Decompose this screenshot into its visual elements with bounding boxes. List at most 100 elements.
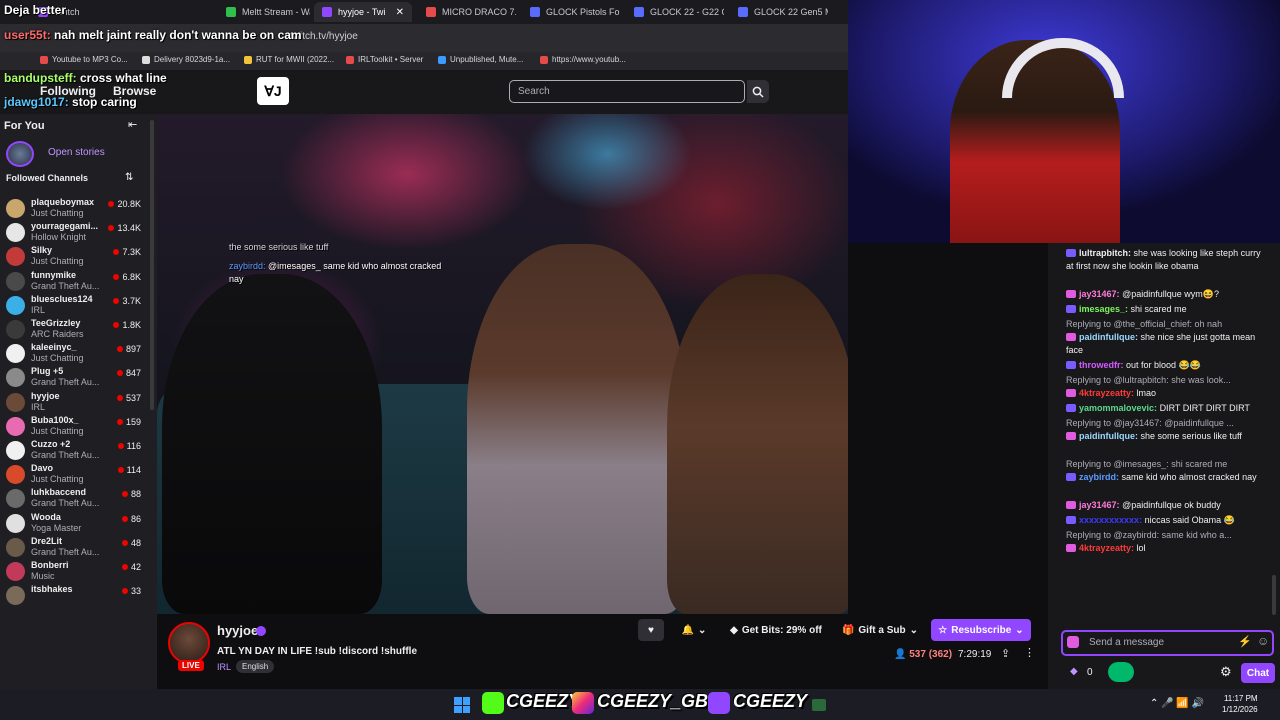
bookmark-item[interactable]: Delivery 8023d9-1a... <box>142 55 230 64</box>
browser-tab[interactable]: GLOCK Pistols For S <box>522 2 620 22</box>
chat-username[interactable]: jay31467: <box>1079 289 1120 299</box>
collapse-sidebar-icon[interactable]: ⇤ <box>128 118 137 131</box>
followed-sidebar: For You ⇤ Open stories Followed Channels… <box>0 114 157 689</box>
channel-points-icon[interactable] <box>1108 662 1134 682</box>
sidebar-channel-item[interactable]: itsbhakes 33 <box>0 584 145 608</box>
chat-message[interactable]: paidinfullque: she nice she just gotta m… <box>1066 331 1270 357</box>
overlay-chat-line: Deja better <box>4 3 67 17</box>
search-button[interactable] <box>747 80 769 103</box>
streamer-name[interactable]: hyyjoe <box>217 623 258 638</box>
channel-logo-icon[interactable]: ∀J <box>257 77 289 105</box>
windows-start-icon[interactable] <box>454 697 470 713</box>
bookmark-item[interactable]: RUT for MWII (2022... <box>244 55 334 64</box>
browser-tab[interactable]: GLOCK 22 Gen5 MC <box>730 2 828 22</box>
channel-name: Bonberri <box>31 560 69 570</box>
chat-reply-context: Replying to @zaybirdd: same kid who a... <box>1066 530 1232 540</box>
channel-avatar <box>6 537 25 557</box>
category-link[interactable]: IRL <box>217 662 231 672</box>
more-options-icon[interactable]: ⋮ <box>1024 646 1035 659</box>
emote-icon[interactable]: ☺ <box>1257 634 1269 648</box>
chat-username[interactable]: zaybirdd: <box>1079 472 1119 482</box>
chat-badge-icon[interactable] <box>1067 636 1079 648</box>
sidebar-channel-item[interactable]: bluesclues124 IRL 3.7K <box>0 294 145 318</box>
sidebar-channel-item[interactable]: luhkbaccend Grand Theft Au... 88 <box>0 487 145 511</box>
get-bits-button[interactable]: ◆ Get Bits: 29% off <box>724 619 828 641</box>
bookmark-item[interactable]: Unpublished, Mute... <box>438 55 523 64</box>
chat-username[interactable]: 4ktrayzeatty: <box>1079 388 1134 398</box>
chat-message[interactable]: yamommalovevic: DIRT DIRT DIRT DIRT <box>1066 402 1270 415</box>
stories-avatar[interactable] <box>6 141 34 167</box>
youtube-icon <box>40 55 48 64</box>
sidebar-channel-item[interactable]: yourragegami... Hollow Knight 13.4K <box>0 221 145 245</box>
video-player[interactable]: the some serious like tuff zaybirdd: @im… <box>157 114 848 614</box>
browser-tab[interactable]: MICRO DRACO 7.62 <box>418 2 516 22</box>
sidebar-channel-item[interactable]: funnymike Grand Theft Au... 6.8K <box>0 270 145 294</box>
chat-badge-icon <box>1066 361 1076 369</box>
sidebar-channel-item[interactable]: Silky Just Chatting 7.3K <box>0 245 145 269</box>
system-tray-icons[interactable]: ⌃ 🎤 📶 🔊 <box>1150 698 1204 709</box>
close-tab-icon[interactable]: ✕ <box>396 7 404 18</box>
browser-tab[interactable]: GLOCK 22 - G22 GE <box>626 2 724 22</box>
browser-tab-active[interactable]: hyyjoe - Twi ✕ <box>314 2 412 22</box>
sidebar-channel-item[interactable]: plaqueboymax Just Chatting 20.8K <box>0 197 145 221</box>
chat-scrollbar[interactable] <box>1272 575 1276 615</box>
viewer-count: 👤 537 (362) <box>894 649 953 660</box>
streamer-avatar[interactable] <box>168 622 210 664</box>
chat-username[interactable]: jay31467: <box>1079 500 1120 510</box>
chat-text: lol <box>1136 543 1146 553</box>
chat-username[interactable]: 4ktrayzeatty: <box>1079 543 1134 553</box>
chat-text: same kid who almost cracked nay <box>1121 472 1257 482</box>
channel-game: Grand Theft Au... <box>31 450 100 460</box>
channel-avatar <box>6 562 25 581</box>
sort-icon[interactable]: ⇅ <box>125 172 133 183</box>
sidebar-channel-item[interactable]: hyyjoe IRL 537 <box>0 391 145 415</box>
bookmark-item[interactable]: IRLToolkit • Server <box>346 55 423 64</box>
chat-text: niccas said Obama 😂 <box>1144 515 1235 525</box>
share-icon[interactable]: ⇪ <box>1001 647 1010 660</box>
notifications-button[interactable]: 🔔 ⌄ <box>674 619 714 641</box>
sidebar-channel-item[interactable]: Wooda Yoga Master 86 <box>0 512 145 536</box>
chat-message[interactable]: xxxxxxxxxxxx: niccas said Obama 😂 <box>1066 514 1270 527</box>
chat-username[interactable]: lultrapbitch: <box>1079 248 1131 258</box>
sidebar-channel-item[interactable]: Bonberri Music 42 <box>0 560 145 584</box>
chat-username[interactable]: paidinfullque: <box>1079 332 1138 342</box>
chat-message[interactable]: jay31467: @paidinfullque ok buddy <box>1066 499 1270 512</box>
magic-wand-icon[interactable]: ⚡ <box>1238 635 1252 648</box>
chat-message[interactable]: paidinfullque: she some serious like tuf… <box>1066 430 1270 443</box>
bits-icon[interactable]: ◆ <box>1070 666 1078 677</box>
chat-username[interactable]: paidinfullque: <box>1079 431 1138 441</box>
chat-message[interactable]: zaybirdd: same kid who almost cracked na… <box>1066 471 1270 484</box>
language-tag[interactable]: English <box>236 660 275 673</box>
gift-sub-button[interactable]: 🎁 Gift a Sub ⌄ <box>838 619 922 641</box>
sidebar-channel-item[interactable]: Cuzzo +2 Grand Theft Au... 116 <box>0 439 145 463</box>
sidebar-channel-item[interactable]: Davo Just Chatting 114 <box>0 463 145 487</box>
sidebar-channel-item[interactable]: kaleeinyc_ Just Chatting 897 <box>0 342 145 366</box>
chat-username[interactable]: imesages_: <box>1079 304 1128 314</box>
resubscribe-button[interactable]: ☆ Resubscribe ⌄ <box>931 619 1031 641</box>
follow-heart-button[interactable]: ♥ <box>638 619 664 641</box>
open-stories-link[interactable]: Open stories <box>48 147 105 158</box>
chat-send-button[interactable]: Chat <box>1241 663 1275 683</box>
chat-message[interactable]: 4ktrayzeatty: lmao <box>1066 387 1270 400</box>
chat-username[interactable]: throwedfr: <box>1079 360 1124 370</box>
chat-username[interactable]: yamommalovevic: <box>1079 403 1157 413</box>
chat-message[interactable]: 4ktrayzeatty: lol <box>1066 542 1270 555</box>
app-taskbar-icon[interactable] <box>812 699 826 711</box>
sidebar-scrollbar[interactable] <box>150 120 154 410</box>
chat-message[interactable]: imesages_: shi scared me <box>1066 303 1270 316</box>
chat-message[interactable]: lultrapbitch: she was looking like steph… <box>1066 247 1270 273</box>
search-input[interactable]: Search <box>509 80 745 103</box>
sidebar-channel-item[interactable]: Plug +5 Grand Theft Au... 847 <box>0 366 145 390</box>
channel-game: ARC Raiders <box>31 329 84 339</box>
sidebar-channel-item[interactable]: Buba100x_ Just Chatting 159 <box>0 415 145 439</box>
browser-tab[interactable]: Meltt Stream - Wat <box>218 2 310 22</box>
sidebar-channel-item[interactable]: TeeGrizzley ARC Raiders 1.8K <box>0 318 145 342</box>
sidebar-channel-item[interactable]: Dre2Lit Grand Theft Au... 48 <box>0 536 145 560</box>
bookmark-item[interactable]: Youtube to MP3 Co... <box>40 55 128 64</box>
settings-gear-icon[interactable]: ⚙ <box>1220 664 1232 680</box>
chat-username[interactable]: xxxxxxxxxxxx: <box>1079 515 1142 525</box>
chat-message[interactable]: throwedfr: out for blood 😂😂 <box>1066 359 1270 372</box>
chat-message[interactable]: jay31467: @paidinfullque wym😆? <box>1066 288 1270 301</box>
channel-game: Just Chatting <box>31 425 84 436</box>
bookmark-item[interactable]: https://www.youtub... <box>540 55 626 64</box>
